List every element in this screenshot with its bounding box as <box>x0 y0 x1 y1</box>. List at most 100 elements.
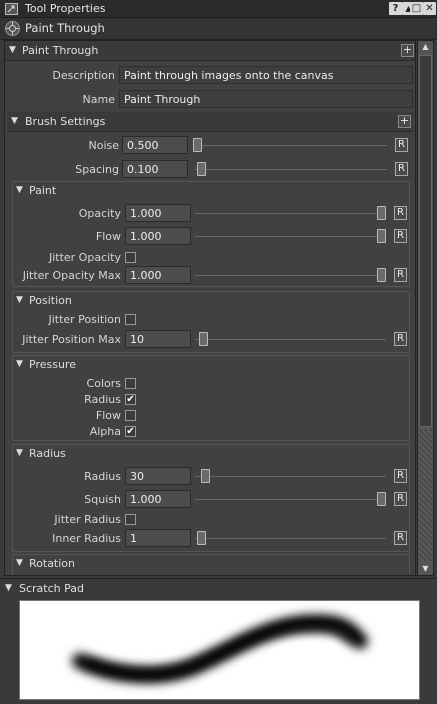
spacing-slider-track[interactable] <box>195 169 387 170</box>
spacing-field[interactable]: 0.100 <box>122 160 188 178</box>
title-bar: Tool Properties ? ▲ □ ✕ <box>0 0 437 18</box>
description-label: Description <box>52 69 115 82</box>
inner-radius-field[interactable]: 1 <box>125 529 191 547</box>
opacity-slider-track[interactable] <box>195 213 386 214</box>
flow-slider-track[interactable] <box>195 236 386 237</box>
radius-field[interactable]: 30 <box>125 467 191 485</box>
scratch-pad-header[interactable]: ▼ Scratch Pad <box>0 578 437 598</box>
pressure-alpha-label: Alpha <box>89 425 121 438</box>
add-button[interactable]: + <box>398 115 411 128</box>
pressure-flow-label: Flow <box>95 409 121 422</box>
jitter-opacity-max-label: Jitter Opacity Max <box>22 269 121 282</box>
rotation-field[interactable] <box>125 575 191 576</box>
radius-slider-handle[interactable] <box>201 469 210 483</box>
scratch-pad-title: Scratch Pad <box>19 582 84 595</box>
collapse-triangle-icon[interactable]: ▼ <box>9 45 16 55</box>
pressure-alpha-checkbox[interactable]: ✔ <box>125 426 136 437</box>
section-title: Brush Settings <box>25 115 106 128</box>
jitter-opacity-max-field[interactable]: 1.000 <box>125 266 191 284</box>
jitter-opacity-max-slider-handle[interactable] <box>377 268 386 282</box>
radius-reset-button[interactable]: R <box>394 469 407 483</box>
inner-radius-slider-track[interactable] <box>195 538 386 539</box>
paint-through-section-header[interactable]: ▼ Paint Through + <box>5 41 415 61</box>
jitter-opacity-label: Jitter Opacity <box>48 251 121 264</box>
pressure-flow-checkbox[interactable] <box>125 410 136 421</box>
radius-slider-track[interactable] <box>195 476 386 477</box>
paint-group: ▼ Paint Opacity 1.000 R Flow 1.000 R Jit… <box>12 181 410 287</box>
jitter-radius-label: Jitter Radius <box>54 513 121 526</box>
position-group: ▼ Position Jitter Position Jitter Positi… <box>12 291 410 353</box>
radius-group-title: Radius <box>29 447 66 460</box>
opacity-reset-button[interactable]: R <box>394 206 407 220</box>
collapse-triangle-icon[interactable]: ▼ <box>16 185 23 195</box>
collapse-triangle-icon[interactable]: ▼ <box>16 558 23 568</box>
brush-settings-section-header[interactable]: ▼ Brush Settings + <box>7 112 413 132</box>
position-group-title: Position <box>29 294 72 307</box>
inner-radius-label: Inner Radius <box>52 532 121 545</box>
scrollbar-thumb[interactable] <box>419 55 432 427</box>
rotation-group: ▼ Rotation <box>12 554 410 576</box>
paint-group-title: Paint <box>29 184 57 197</box>
squish-slider-handle[interactable] <box>377 492 386 506</box>
scroll-up-icon[interactable]: ▲ <box>419 41 432 53</box>
noise-slider-handle[interactable] <box>193 138 202 152</box>
jitter-position-max-field[interactable]: 10 <box>125 330 191 348</box>
opacity-label: Opacity <box>78 207 121 220</box>
jitter-position-max-reset-button[interactable]: R <box>394 332 407 346</box>
squish-label: Squish <box>84 493 121 506</box>
noise-reset-button[interactable]: R <box>395 138 408 152</box>
properties-panel: ▼ Paint Through + Description Paint thro… <box>4 40 416 576</box>
brush-stroke-preview <box>72 614 368 684</box>
inner-radius-reset-button[interactable]: R <box>394 531 407 545</box>
scratch-pad-canvas[interactable] <box>19 600 420 700</box>
opacity-field[interactable]: 1.000 <box>125 204 191 222</box>
name-label: Name <box>82 93 115 106</box>
collapse-triangle-icon[interactable]: ▼ <box>11 116 18 126</box>
inner-radius-slider-handle[interactable] <box>197 531 206 545</box>
pressure-group: ▼ Pressure Colors Radius ✔ Flow Alpha ✔ <box>12 355 410 441</box>
noise-label: Noise <box>88 139 119 152</box>
collapse-triangle-icon[interactable]: ▼ <box>5 583 12 593</box>
opacity-slider-handle[interactable] <box>377 206 386 220</box>
jitter-position-checkbox[interactable] <box>125 314 136 325</box>
rotation-group-title: Rotation <box>29 557 76 570</box>
scrollbar-track[interactable] <box>419 429 432 561</box>
maximize-button[interactable]: □ <box>410 2 423 15</box>
flow-reset-button[interactable]: R <box>394 229 407 243</box>
spacing-label: Spacing <box>75 163 119 176</box>
window-title: Tool Properties <box>25 2 106 15</box>
noise-slider-track[interactable] <box>195 145 387 146</box>
jitter-position-label: Jitter Position <box>48 313 121 326</box>
flow-field[interactable]: 1.000 <box>125 227 191 245</box>
spacing-slider-handle[interactable] <box>197 162 206 176</box>
jitter-position-max-slider-handle[interactable] <box>199 332 208 346</box>
spacing-reset-button[interactable]: R <box>395 162 408 176</box>
help-button[interactable]: ? <box>389 2 402 15</box>
flow-slider-handle[interactable] <box>377 229 386 243</box>
radius-group: ▼ Radius Radius 30 R Squish 1.000 R Jitt… <box>12 444 410 552</box>
scroll-down-icon[interactable]: ▼ <box>419 563 432 575</box>
collapse-triangle-icon[interactable]: ▼ <box>16 295 23 305</box>
close-button[interactable]: ✕ <box>423 2 436 15</box>
squish-slider-track[interactable] <box>195 499 386 500</box>
squish-field[interactable]: 1.000 <box>125 490 191 508</box>
name-field[interactable]: Paint Through <box>119 90 413 108</box>
pressure-radius-label: Radius <box>84 393 121 406</box>
tool-properties-icon <box>5 3 18 15</box>
collapse-triangle-icon[interactable]: ▼ <box>16 448 23 458</box>
jitter-opacity-max-slider-track[interactable] <box>195 275 386 276</box>
pressure-colors-checkbox[interactable] <box>125 378 136 389</box>
description-field[interactable]: Paint through images onto the canvas <box>119 66 413 84</box>
pressure-radius-checkbox[interactable]: ✔ <box>125 394 136 405</box>
jitter-opacity-checkbox[interactable] <box>125 252 136 263</box>
noise-field[interactable]: 0.500 <box>122 136 188 154</box>
paint-through-icon <box>5 21 20 36</box>
tool-header: Paint Through <box>0 18 437 40</box>
squish-reset-button[interactable]: R <box>394 492 407 506</box>
collapse-triangle-icon[interactable]: ▼ <box>16 359 23 369</box>
jitter-position-max-slider-track[interactable] <box>195 339 386 340</box>
jitter-radius-checkbox[interactable] <box>125 514 136 525</box>
vertical-scrollbar[interactable]: ▲ ▼ <box>417 40 434 576</box>
jitter-opacity-max-reset-button[interactable]: R <box>394 268 407 282</box>
add-button[interactable]: + <box>401 44 414 57</box>
